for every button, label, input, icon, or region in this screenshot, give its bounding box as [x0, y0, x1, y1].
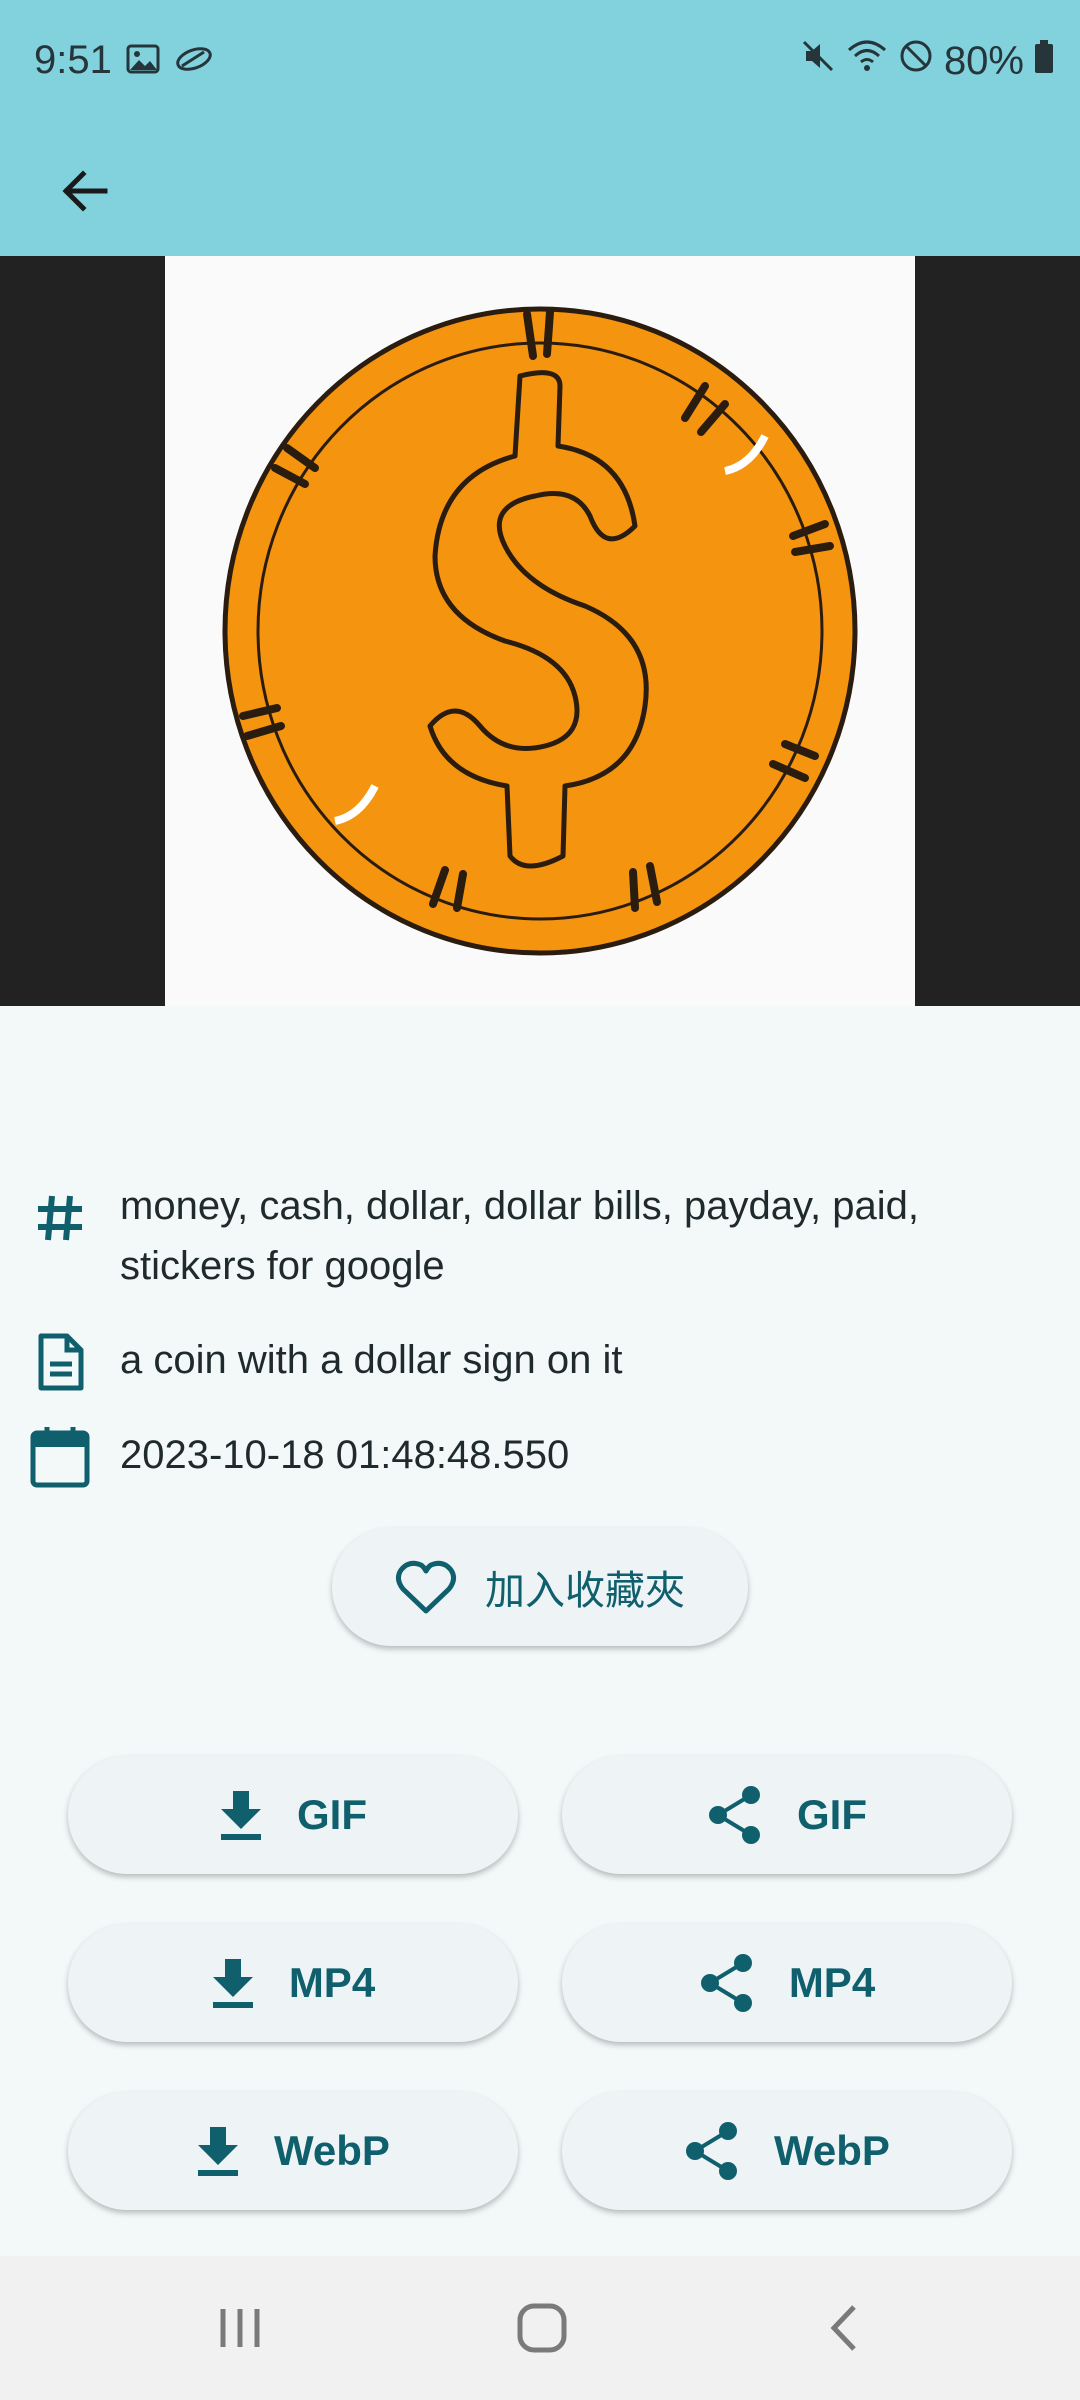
share-icon [686, 2122, 738, 2180]
arrow-left-icon [62, 170, 108, 212]
download-icon [212, 1959, 253, 2008]
sticker-image[interactable] [165, 256, 915, 1006]
download-gif-label: GIF [297, 1791, 367, 1838]
download-icon [198, 2127, 239, 2176]
app-bar [0, 120, 1080, 256]
share-gif-button[interactable]: GIF [562, 1756, 1012, 1874]
tags-row: money, cash, dollar, dollar bills, payda… [0, 1176, 1080, 1296]
battery-icon [1034, 39, 1054, 84]
share-icon [709, 1786, 760, 1844]
description-text: a coin with a dollar sign on it [120, 1338, 623, 1382]
tags-text: money, cash, dollar, dollar bills, payda… [120, 1184, 919, 1288]
status-right-icons: 80% [800, 38, 1054, 84]
back-button[interactable] [40, 146, 130, 236]
chevron-left-icon [830, 2305, 856, 2351]
status-bar: 9:51 80% [0, 0, 1080, 120]
share-mp4-button[interactable]: MP4 [562, 1924, 1012, 2042]
recent-apps-icon [220, 2309, 260, 2347]
download-webp-label: WebP [274, 2127, 390, 2174]
download-mp4-button[interactable]: MP4 [68, 1924, 518, 2042]
description-row: a coin with a dollar sign on it [0, 1330, 1080, 1394]
share-webp-button[interactable]: WebP [562, 2092, 1012, 2210]
system-back-button[interactable] [804, 2298, 884, 2358]
share-mp4-label: MP4 [788, 1959, 876, 2006]
document-icon [28, 1330, 92, 1394]
wifi-icon [846, 38, 888, 84]
home-icon [517, 2303, 567, 2353]
download-gif-button[interactable]: GIF [68, 1756, 518, 1874]
recent-apps-button[interactable] [200, 2298, 280, 2358]
hashtag-icon [28, 1186, 92, 1250]
system-nav-bar [0, 2256, 1080, 2400]
app-notification-icon [174, 44, 214, 79]
image-icon [126, 44, 160, 79]
dnd-icon [898, 38, 934, 84]
home-button[interactable] [502, 2298, 582, 2358]
download-webp-button[interactable]: WebP [68, 2092, 518, 2210]
calendar-icon [28, 1425, 92, 1489]
mute-icon [800, 38, 836, 84]
share-icon [700, 1954, 752, 2012]
share-webp-label: WebP [774, 2127, 890, 2174]
date-text: 2023-10-18 01:48:48.550 [120, 1433, 570, 1477]
share-gif-label: GIF [797, 1791, 867, 1838]
add-favorite-button[interactable]: 加入收藏夾 [332, 1528, 748, 1646]
download-mp4-label: MP4 [288, 1959, 376, 2006]
date-row: 2023-10-18 01:48:48.550 [0, 1425, 1080, 1489]
battery-text: 80% [943, 38, 1024, 83]
add-favorite-label: 加入收藏夾 [485, 1569, 685, 1613]
heart-outline-icon [395, 1560, 457, 1614]
download-icon [221, 1791, 261, 1840]
status-left-icons [126, 44, 214, 79]
status-time: 9:51 [34, 38, 112, 82]
media-preview [0, 256, 1080, 1006]
